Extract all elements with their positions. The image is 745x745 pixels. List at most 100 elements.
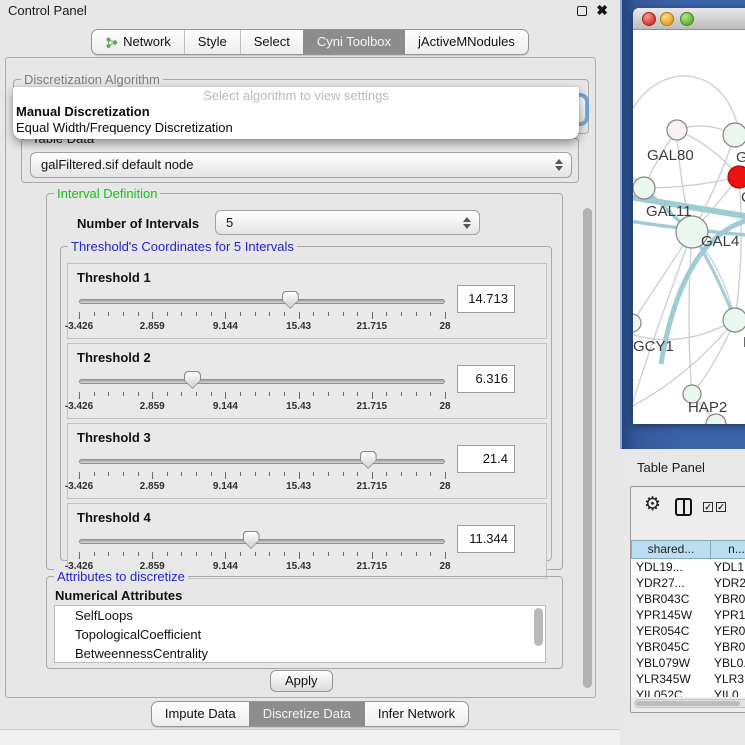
network-edge[interactable] [689,232,692,394]
slider-track[interactable] [79,299,445,304]
top-tab-bar: Network Style Select Cyni ToolboxjActiveMNo… [0,29,620,55]
tab-discretize-data[interactable]: Discretize Data [249,702,364,726]
table-row[interactable]: YBR045CYBR0... [631,639,745,655]
tab-style[interactable]: Style [184,30,240,54]
bottom-tab-bar: Impute Data Discretize Data Infer Network [0,701,620,727]
table-row[interactable]: YER054CYER0... [631,623,745,639]
network-node-red[interactable] [728,166,745,188]
network-graph: GAL80GACGAL11GAL4GCY1HHAP2 [633,30,745,424]
network-view-window[interactable]: GAL80GACGAL11GAL4GCY1HHAP2 [633,8,745,424]
cell-name: YIL0... [710,687,745,697]
table-row[interactable]: YDR27...YDR2... [631,575,745,591]
table-data-combo[interactable]: galFiltered.sif default node [30,152,572,178]
slider-thumb[interactable] [243,531,260,549]
network-edge[interactable] [644,177,739,188]
vertical-scrollbar[interactable] [583,208,592,688]
threshold-value-field[interactable]: 6.316 [457,365,515,393]
zoom-traffic-light-icon[interactable] [680,12,694,26]
close-icon[interactable]: ✖ [596,2,608,19]
minimize-traffic-light-icon[interactable] [660,12,674,26]
slider-tick-labels: -3.4262.8599.14415.4321.71528 [79,481,445,493]
checkbox-icon[interactable]: ✓ [703,502,713,512]
tick-label: 28 [439,321,450,332]
network-node-green[interactable] [723,123,745,147]
tab-jactivemnodules[interactable]: jActiveMNodules [404,30,528,54]
tick-mark [386,312,387,316]
tab-cyni-toolbox[interactable]: Cyni Toolbox [303,30,404,54]
column-header-n-[interactable]: n... [710,540,745,559]
threshold-slider[interactable]: -3.4262.8599.14415.4321.71528 [79,450,445,496]
tick-mark [225,312,226,319]
list-item-selfloops[interactable]: SelfLoops [55,606,545,625]
float-window-icon[interactable] [577,6,587,16]
cell-shared-name: YLR345W [631,671,710,687]
network-node-green[interactable] [723,308,745,332]
threshold-value-field[interactable]: 21.4 [457,445,515,473]
table-row[interactable]: YBL079WYBL0... [631,655,745,671]
close-traffic-light-icon[interactable] [642,12,656,26]
tab-impute-data[interactable]: Impute Data [152,702,249,726]
apply-button[interactable]: Apply [270,670,333,692]
tab-select[interactable]: Select [240,30,303,54]
thresholds-group: Threshold's Coordinates for 5 Intervals … [60,246,552,561]
list-item-topologicalcoefficient[interactable]: TopologicalCoefficient [55,625,545,644]
network-node-green[interactable] [633,314,641,332]
columns-icon[interactable] [675,498,692,516]
dropdown-option-equal-width-frequency[interactable]: Equal Width/Frequency Discretization [13,120,579,136]
network-canvas[interactable]: GAL80GACGAL11GAL4GCY1HHAP2 [633,30,745,424]
tick-mark [211,312,212,316]
slider-thumb[interactable] [184,371,201,389]
threshold-value-field[interactable]: 11.344 [457,525,515,553]
tick-mark [430,552,431,556]
threshold-slider[interactable]: -3.4262.8599.14415.4321.71528 [79,370,445,416]
tab-label: Discretize Data [263,702,351,726]
scrollbar-thumb[interactable] [636,701,740,706]
table-row[interactable]: YPR145WYPR1... [631,607,745,623]
tab-network[interactable]: Network [92,30,184,54]
tick-mark [79,392,80,399]
network-edge[interactable] [633,76,737,125]
network-node-green[interactable] [633,177,655,199]
network-edge[interactable] [633,320,735,340]
table-frame: ⚙ ✓ ✓ shared...n... YDL19...YDL1...YDR27… [630,486,745,713]
column-header-shared-[interactable]: shared... [631,540,710,559]
dropdown-option-manual-discretization[interactable]: Manual Discretization [13,104,579,120]
cell-name: YDL1... [710,559,745,575]
table-row[interactable]: YIL052CYIL0... [631,687,745,697]
tick-mark [430,472,431,476]
numerical-attributes-list[interactable]: SelfLoopsTopologicalCoefficientBetweenne… [54,605,546,663]
network-edge[interactable] [692,320,735,394]
threshold-slider[interactable]: -3.4262.8599.14415.4321.71528 [79,290,445,336]
tab-label: Infer Network [378,702,455,726]
table-row[interactable]: YDL19...YDL1... [631,559,745,575]
tab-label: Select [254,30,290,54]
list-item-betweennesscentrality[interactable]: BetweennessCentrality [55,644,545,663]
tick-mark [401,472,402,476]
tick-label: -3.426 [65,481,93,492]
tick-mark [343,392,344,396]
tick-mark [343,552,344,556]
network-window-titlebar[interactable] [633,8,745,30]
horizontal-scrollbar[interactable] [634,699,745,708]
list-scrollbar[interactable] [534,608,543,646]
tick-mark [430,312,431,316]
table-row[interactable]: YLR345WYLR3... [631,671,745,687]
gear-icon[interactable]: ⚙ [644,495,661,515]
slider-track[interactable] [79,379,445,384]
tick-mark [167,392,168,396]
threshold-value-field[interactable]: 14.713 [457,285,515,313]
slider-thumb[interactable] [360,451,377,469]
table-row[interactable]: YBR043CYBR0... [631,591,745,607]
group-title: Attributes to discretize [54,569,188,584]
network-node-pink[interactable] [667,120,687,140]
tab-infer-network[interactable]: Infer Network [364,702,468,726]
tick-mark [416,472,417,476]
tab-label: Style [198,30,227,54]
checkbox-icon[interactable]: ✓ [716,502,726,512]
number-of-intervals-combo[interactable]: 5 [215,210,480,235]
slider-track[interactable] [79,459,445,464]
slider-thumb[interactable] [282,291,299,309]
slider-tick-labels: -3.4262.8599.14415.4321.71528 [79,321,445,333]
slider-track[interactable] [79,539,445,544]
tick-mark [401,552,402,556]
